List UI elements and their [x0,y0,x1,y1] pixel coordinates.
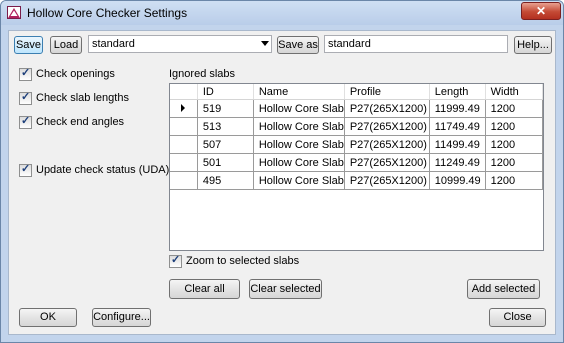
table-row[interactable]: 507 Hollow Core Slab P27(265X1200) 11499… [170,135,543,154]
checkbox-box: ✓ [19,67,32,81]
check-slab-lengths-label: Check slab lengths [36,92,129,104]
check-end-angles-label: Check end angles [36,116,125,128]
title-bar[interactable]: Hollow Core Checker Settings ✕ [1,1,563,25]
checkmark-icon: ✓ [21,115,31,127]
cell-id[interactable]: 501 [197,153,254,172]
checkbox-box: ✓ [19,163,32,177]
update-check-status-label: Update check status (UDA) [36,164,170,176]
cell-length[interactable]: 11999.49 [429,99,486,118]
save-button[interactable]: Save [14,36,43,54]
row-header-corner [170,84,198,100]
cell-profile[interactable]: P27(265X1200) [344,99,430,118]
checkbox-box: ✓ [169,254,182,268]
cell-name[interactable]: Hollow Core Slab [253,135,345,154]
cell-profile[interactable]: P27(265X1200) [344,171,430,190]
row-header[interactable] [170,117,198,136]
cell-profile[interactable]: P27(265X1200) [344,135,430,154]
checkbox-box: ✓ [19,115,32,129]
load-button[interactable]: Load [50,36,82,54]
column-header-length[interactable]: Length [429,84,486,100]
table-row[interactable]: 519 Hollow Core Slab P27(265X1200) 11999… [170,99,543,118]
column-header-profile[interactable]: Profile [344,84,430,100]
ignored-slabs-table: ID Name Profile Length Width 519 Hollow … [170,84,543,190]
checkmark-icon: ✓ [21,163,31,175]
cell-width[interactable]: 1200 [485,153,543,172]
cell-length[interactable]: 10999.49 [429,171,486,190]
cell-name[interactable]: Hollow Core Slab [253,99,345,118]
ignored-slabs-label: Ignored slabs [169,68,236,80]
cell-width[interactable]: 1200 [485,117,543,136]
dialog-window: Hollow Core Checker Settings ✕ Save Load… [0,0,564,343]
table-header-row: ID Name Profile Length Width [170,84,543,100]
zoom-to-selected-label: Zoom to selected slabs [186,255,300,267]
save-as-input[interactable]: standard [324,35,508,53]
cell-length[interactable]: 11249.49 [429,153,486,172]
cell-length[interactable]: 11749.49 [429,117,486,136]
help-button[interactable]: Help... [514,36,552,54]
ignored-slabs-grid[interactable]: ID Name Profile Length Width 519 Hollow … [169,83,544,251]
cell-id[interactable]: 519 [197,99,254,118]
cell-id[interactable]: 495 [197,171,254,190]
configure-button[interactable]: Configure... [92,308,151,327]
cell-profile[interactable]: P27(265X1200) [344,117,430,136]
row-header[interactable] [170,99,198,118]
row-header[interactable] [170,135,198,154]
clear-selected-button[interactable]: Clear selected [249,279,322,299]
close-button[interactable]: Close [489,308,546,327]
cell-id[interactable]: 513 [197,117,254,136]
add-selected-button[interactable]: Add selected [467,279,540,299]
cell-id[interactable]: 507 [197,135,254,154]
table-row[interactable]: 495 Hollow Core Slab P27(265X1200) 10999… [170,171,543,190]
cell-name[interactable]: Hollow Core Slab [253,153,345,172]
save-as-button[interactable]: Save as [277,36,319,54]
checkmark-icon: ✓ [21,67,31,79]
table-row[interactable]: 501 Hollow Core Slab P27(265X1200) 11249… [170,153,543,172]
cell-name[interactable]: Hollow Core Slab [253,171,345,190]
hollow-core-app-icon [7,6,21,19]
checkbox-box: ✓ [19,91,32,105]
checkmark-icon: ✓ [21,91,31,103]
cell-profile[interactable]: P27(265X1200) [344,153,430,172]
window-title: Hollow Core Checker Settings [27,6,188,20]
chevron-down-icon[interactable] [261,41,269,46]
cell-length[interactable]: 11499.49 [429,135,486,154]
dialog-body: Save Load standard Save as standard Help… [8,30,556,335]
cell-width[interactable]: 1200 [485,171,543,190]
cell-name[interactable]: Hollow Core Slab [253,117,345,136]
row-header[interactable] [170,153,198,172]
table-row[interactable]: 513 Hollow Core Slab P27(265X1200) 11749… [170,117,543,136]
column-header-id[interactable]: ID [197,84,254,100]
settings-combo[interactable]: standard [88,35,272,53]
settings-combo-value: standard [92,38,135,50]
row-header[interactable] [170,171,198,190]
column-header-width[interactable]: Width [485,84,543,100]
cell-width[interactable]: 1200 [485,99,543,118]
cell-width[interactable]: 1200 [485,135,543,154]
current-row-arrow-icon [181,103,186,112]
checkmark-icon: ✓ [171,254,181,266]
close-icon[interactable]: ✕ [521,2,561,20]
clear-all-button[interactable]: Clear all [169,279,240,299]
check-openings-label: Check openings [36,68,115,80]
column-header-name[interactable]: Name [253,84,345,100]
ok-button[interactable]: OK [19,308,77,327]
